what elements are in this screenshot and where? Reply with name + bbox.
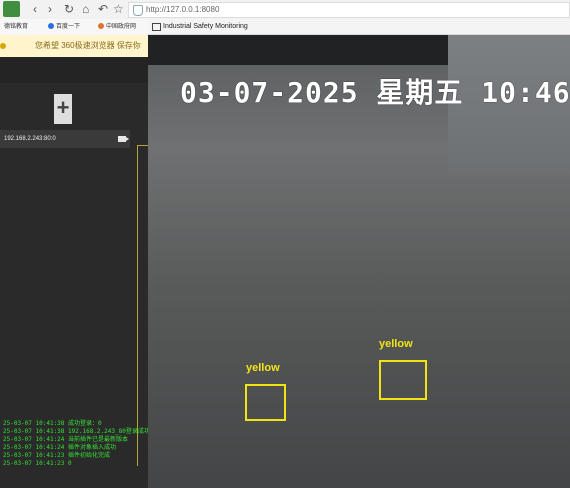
save-password-notice: 您希望 360极速浏览器 保存你 <box>0 35 150 57</box>
feed-shadow <box>148 35 468 65</box>
monitor-window-titlebar[interactable]: Industrial Safety Monitoring <box>148 19 570 35</box>
window-title: Industrial Safety Monitoring <box>163 23 248 30</box>
panel-header <box>0 57 150 83</box>
timestamp-overlay: 03-07-2025 星期五 10:46 <box>180 76 570 109</box>
log-line: 25-03-07 10:41:24 插件对象插入成功 <box>3 444 117 451</box>
window-icon <box>152 23 161 31</box>
bookmark-item[interactable]: 德铭教育 <box>4 19 28 35</box>
detection-label: yellow <box>246 362 280 374</box>
log-line: 25-03-07 10:41:23 0 <box>3 460 72 467</box>
add-device-button[interactable]: + <box>54 94 72 124</box>
security-shield-icon <box>133 5 143 16</box>
device-ip: 192.168.2.243:80:0 <box>4 136 56 142</box>
camera-icon[interactable] <box>118 136 129 142</box>
browser-logo-icon[interactable] <box>3 1 20 17</box>
baidu-icon <box>48 23 54 30</box>
star-icon[interactable]: ☆ <box>113 2 124 16</box>
address-url[interactable]: http://127.0.0.1:8080 <box>146 3 219 17</box>
camera-feed[interactable]: 03-07-2025 星期五 10:46 yellow yellow <box>148 35 570 488</box>
detection-box <box>379 360 427 400</box>
home-icon[interactable]: ⌂ <box>82 2 89 16</box>
address-bar[interactable]: http://127.0.0.1:8080 <box>128 2 570 18</box>
log-line: 25-03-07 10:41:23 插件初始化完成 <box>3 452 111 459</box>
notice-icon <box>0 43 6 49</box>
bookmarks-bar: 德铭教育 百度一下 中国政府网 <box>0 19 150 36</box>
bookmark-item[interactable]: 百度一下 <box>48 19 80 35</box>
back-icon[interactable]: ‹ <box>33 2 37 16</box>
log-line: 25-03-07 10:41:38 192.168.2.243_80登录成功 <box>3 428 150 435</box>
forward-icon[interactable]: › <box>48 2 52 16</box>
log-line: 25-03-07 10:41:24 当前插件已是最新版本 <box>3 436 129 443</box>
detection-label: yellow <box>379 338 413 350</box>
log-line: 25-03-07 10:41:38 成功登录：0 <box>3 420 102 427</box>
reload-icon[interactable]: ↻ <box>64 2 74 16</box>
device-panel: + 192.168.2.243:80:0 25-03-07 10:41:38 成… <box>0 57 152 488</box>
detection-box <box>245 384 286 421</box>
notice-text: 您希望 360极速浏览器 保存你 <box>35 41 141 50</box>
browser-toolbar: ‹ › ↻ ⌂ ↶ ☆ http://127.0.0.1:8080 <box>0 0 570 20</box>
gov-icon <box>98 23 104 30</box>
undo-icon[interactable]: ↶ <box>98 2 108 16</box>
device-row[interactable]: 192.168.2.243:80:0 <box>0 130 130 148</box>
event-log: 25-03-07 10:41:38 成功登录：0 25-03-07 10:41:… <box>3 420 150 468</box>
bookmark-item[interactable]: 中国政府网 <box>98 19 136 35</box>
